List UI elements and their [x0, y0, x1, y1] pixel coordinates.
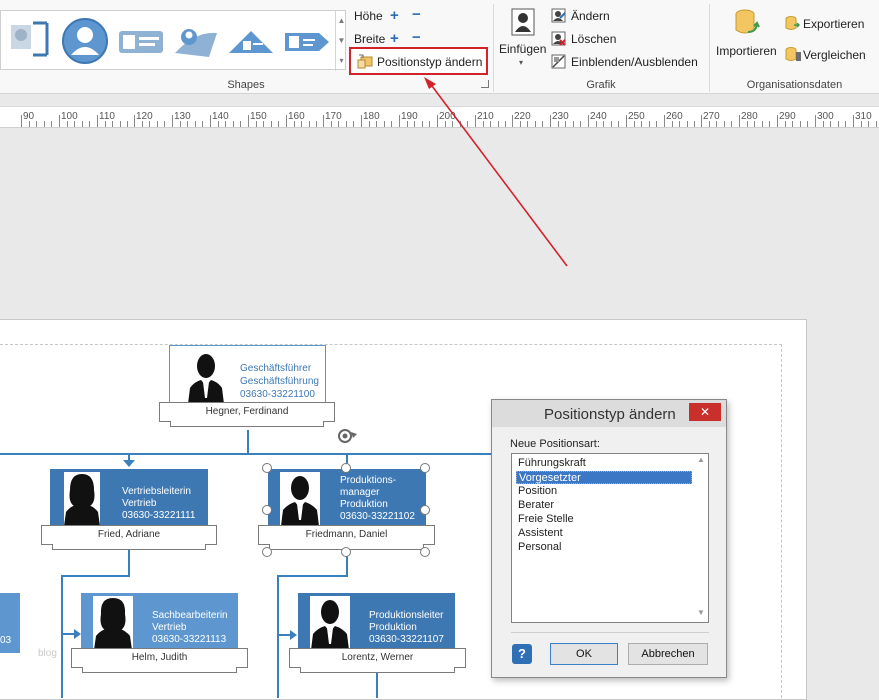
- annotation-arrow: [424, 77, 568, 267]
- list-option-berater[interactable]: Berater: [516, 499, 692, 512]
- abbrechen-button[interactable]: Abbrechen: [628, 643, 708, 665]
- dialog-separator: [511, 632, 709, 633]
- position-type-listbox[interactable]: Führungskraft Vorgesetzter Position Bera…: [511, 453, 709, 623]
- list-option-vorgesetzter[interactable]: Vorgesetzter: [516, 471, 692, 484]
- positionstyp-dialog: Positionstyp ändern ✕ Neue Positionsart:…: [491, 399, 727, 678]
- ok-button[interactable]: OK: [550, 643, 618, 665]
- scroll-down-icon[interactable]: ▼: [697, 608, 705, 617]
- dialog-prompt: Neue Positionsart:: [510, 438, 600, 450]
- list-option-freie-stelle[interactable]: Freie Stelle: [516, 513, 692, 526]
- scroll-up-icon[interactable]: ▲: [697, 455, 705, 464]
- dialog-title: Positionstyp ändern: [544, 406, 676, 423]
- list-option-assistent[interactable]: Assistent: [516, 527, 692, 540]
- list-option-position[interactable]: Position: [516, 485, 692, 498]
- listbox-scrollbar[interactable]: ▲ ▼: [694, 454, 708, 622]
- dialog-titlebar[interactable]: Positionstyp ändern ✕: [492, 400, 726, 427]
- help-icon[interactable]: ?: [512, 644, 532, 664]
- list-option-fuehrungskraft[interactable]: Führungskraft: [516, 457, 692, 470]
- close-icon[interactable]: ✕: [689, 403, 721, 421]
- list-option-personal[interactable]: Personal: [516, 541, 692, 554]
